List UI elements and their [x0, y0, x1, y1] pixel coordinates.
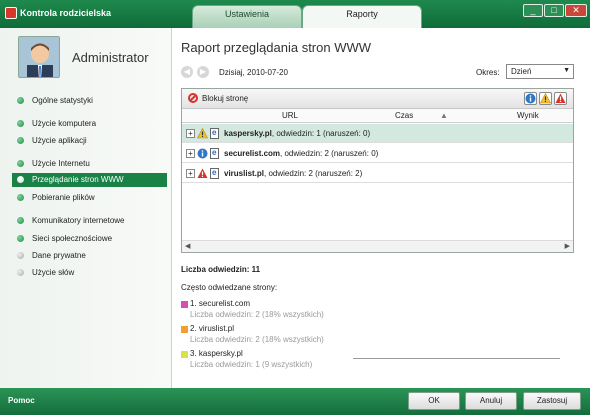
status-dot-icon [17, 160, 24, 167]
column-url[interactable]: URL [282, 111, 298, 120]
sidebar-item-word-usage[interactable]: Użycie słów [12, 266, 167, 280]
web-page-icon [210, 168, 219, 179]
title-bar: Kontrola rodzicielska Ustawienia Raporty… [0, 0, 590, 28]
sidebar-item-computer-usage[interactable]: Użycie komputera [12, 117, 167, 131]
status-dot-icon [17, 235, 24, 242]
user-avatar-icon [19, 37, 59, 77]
status-dot-icon [17, 217, 24, 224]
sidebar-item-web-browsing[interactable]: Przeglądanie stron WWW [12, 173, 167, 187]
period-label: Okres: [476, 68, 500, 77]
main-panel: Raport przeglądania stron WWW ◀ ▶ Dzisia… [173, 28, 590, 388]
divider [353, 358, 560, 359]
web-report-table: Blokuj stronę URL Czas ▲ Wynik + kaspers… [181, 88, 574, 253]
frequent-site-item: 1. securelist.com Liczba odwiedzin: 2 (1… [181, 299, 561, 323]
app-title: Kontrola rodzicielska [20, 8, 112, 18]
close-button[interactable]: ✕ [565, 4, 587, 17]
table-header: URL Czas ▲ Wynik [182, 109, 573, 123]
scroll-right-icon[interactable]: ▶ [565, 242, 570, 250]
block-icon [188, 93, 198, 103]
status-dot-icon [17, 269, 24, 276]
period-value: Dzień [511, 67, 532, 76]
column-result[interactable]: Wynik [517, 111, 539, 120]
previous-date-button[interactable]: ◀ [181, 66, 193, 78]
sidebar-item-internet-usage[interactable]: Użycie Internetu [12, 157, 167, 171]
next-date-button[interactable]: ▶ [197, 66, 209, 78]
status-dot-icon [17, 137, 24, 144]
sidebar-item-downloads[interactable]: Pobieranie plików [12, 191, 167, 205]
maximize-button[interactable]: □ [544, 4, 564, 17]
row-site: viruslist.pl [224, 169, 265, 178]
expand-icon[interactable]: + [186, 129, 195, 138]
filter-alert-button[interactable] [554, 92, 567, 105]
warning-icon [197, 128, 208, 139]
status-dot-icon [17, 176, 24, 183]
row-info: , odwiedzin: 2 (naruszeń: 2) [264, 169, 363, 178]
legend-swatch [181, 326, 188, 333]
table-row[interactable]: + securelist.com, odwiedzin: 2 (naruszeń… [182, 144, 573, 163]
page-title: Raport przeglądania stron WWW [181, 40, 372, 55]
cancel-button[interactable]: Anuluj [465, 392, 517, 410]
sidebar-item-social-networks[interactable]: Sieci społecznościowe [12, 232, 167, 246]
horizontal-scrollbar[interactable]: ◀ ▶ [182, 240, 573, 252]
filter-info-button[interactable] [524, 92, 537, 105]
table-row[interactable]: + kaspersky.pl, odwiedzin: 1 (naruszeń: … [182, 124, 573, 143]
chevron-down-icon: ▼ [563, 67, 570, 74]
avatar [18, 36, 60, 78]
block-site-button[interactable]: Blokuj stronę [188, 93, 248, 103]
alert-icon [555, 93, 566, 103]
warning-icon [540, 92, 551, 104]
row-info: , odwiedzin: 1 (naruszeń: 0) [271, 129, 371, 138]
date-label: Dzisiaj, 2010-07-20 [219, 68, 288, 77]
status-dot-icon [17, 194, 24, 201]
sidebar-item-messengers[interactable]: Komunikatory internetowe [12, 214, 167, 228]
help-link[interactable]: Pomoc [8, 396, 35, 405]
apply-button[interactable]: Zastosuj [523, 392, 581, 410]
legend-swatch [181, 301, 188, 308]
expand-icon[interactable]: + [186, 149, 195, 158]
sort-icon: ▲ [440, 111, 448, 120]
status-dot-icon [17, 252, 24, 259]
info-icon [197, 148, 208, 159]
web-page-icon [210, 148, 219, 159]
expand-icon[interactable]: + [186, 169, 195, 178]
tab-settings[interactable]: Ustawienia [192, 5, 302, 28]
sidebar-item-private-data[interactable]: Dane prywatne [12, 249, 167, 263]
visits-count: Liczba odwiedzin: 11 [181, 265, 261, 274]
frequent-sites-label: Często odwiedzane strony: [181, 283, 278, 292]
user-name: Administrator [72, 50, 149, 65]
sidebar-item-app-usage[interactable]: Użycie aplikacji [12, 134, 167, 148]
frequent-site-item: 3. kaspersky.pl Liczba odwiedzin: 1 (9 w… [181, 349, 561, 373]
period-select[interactable]: Dzień ▼ [506, 64, 574, 79]
status-dot-icon [17, 120, 24, 127]
column-time[interactable]: Czas [395, 111, 413, 120]
scroll-left-icon[interactable]: ◀ [185, 242, 190, 250]
sidebar-item-general-stats[interactable]: Ogólne statystyki [12, 94, 167, 108]
status-dot-icon [17, 97, 24, 104]
sidebar: Administrator Ogólne statystyki Użycie k… [0, 28, 172, 388]
info-icon [525, 93, 536, 104]
frequent-site-item: 2. viruslist.pl Liczba odwiedzin: 2 (18%… [181, 324, 561, 348]
alert-icon [197, 168, 208, 178]
table-row[interactable]: + viruslist.pl, odwiedzin: 2 (naruszeń: … [182, 164, 573, 183]
web-page-icon [210, 128, 219, 139]
row-info: , odwiedzin: 2 (naruszeń: 0) [280, 149, 379, 158]
minimize-button[interactable]: _ [523, 4, 543, 17]
legend-swatch [181, 351, 188, 358]
tab-reports[interactable]: Raporty [302, 5, 422, 28]
footer-bar: Pomoc OK Anuluj Zastosuj [0, 388, 590, 415]
row-site: kaspersky.pl [224, 129, 272, 138]
filter-warning-button[interactable] [539, 92, 552, 105]
table-toolbar: Blokuj stronę [182, 89, 573, 109]
row-site: securelist.com [224, 149, 281, 158]
ok-button[interactable]: OK [408, 392, 460, 410]
app-logo-icon [5, 7, 17, 19]
